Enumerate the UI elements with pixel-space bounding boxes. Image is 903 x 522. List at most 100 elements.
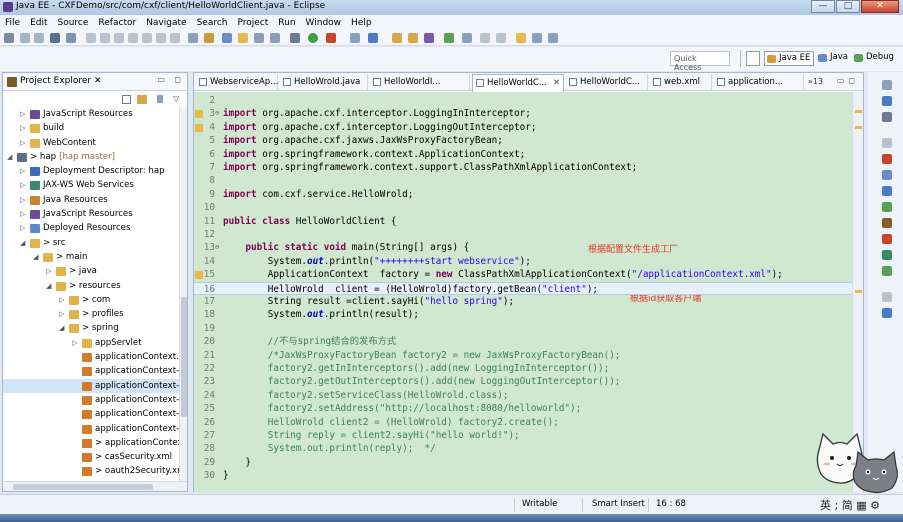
coverage-icon[interactable] [326, 33, 336, 43]
maximize-button[interactable]: □ [836, 0, 860, 13]
code-line[interactable]: 9 import com.cxf.service.HelloWrold; [194, 188, 852, 201]
search-icon[interactable] [462, 33, 472, 43]
search-view-icon[interactable] [882, 250, 892, 260]
code-line[interactable]: 11 public class HelloWorldClient { [194, 215, 852, 228]
code-line[interactable]: 17 String result =client.sayHi("hello sp… [194, 295, 852, 308]
warning-marker[interactable] [855, 290, 862, 293]
save-all-icon[interactable] [34, 33, 44, 43]
run-icon[interactable] [308, 33, 318, 43]
show-whitespace-icon[interactable] [254, 33, 264, 43]
fold-toggle-icon[interactable]: ⊖ [215, 241, 219, 254]
tree-item[interactable]: applicationContext-cx [3, 364, 179, 378]
new-package-icon[interactable] [408, 33, 418, 43]
scrollbar-thumb[interactable] [13, 484, 153, 490]
minimize-icon[interactable]: ▭ [157, 75, 165, 84]
problems-icon[interactable] [882, 234, 892, 244]
tree-item[interactable]: ◢ > src [3, 236, 179, 250]
perspective-java-ee[interactable]: Java EE [764, 51, 815, 66]
collapsed-twistie-icon[interactable]: ▷ [20, 164, 25, 178]
toggle-mark-icon[interactable] [204, 33, 214, 43]
explorer-horizontal-scrollbar[interactable] [3, 481, 187, 491]
collapsed-twistie-icon[interactable]: ▷ [20, 121, 25, 135]
code-line[interactable]: 4 import org.apache.cxf.interceptor.Loggi… [194, 121, 852, 134]
warning-marker[interactable] [855, 110, 862, 113]
editor-tab[interactable]: HelloWorldC... [566, 74, 648, 91]
explorer-vertical-scrollbar[interactable] [179, 107, 187, 481]
code-area[interactable]: 根据配置文件生成工厂 根据id获取客户端 2 3 ⊖ import org.apach… [194, 92, 863, 492]
tree-item[interactable]: applicationContext-m [3, 407, 179, 421]
menu-navigate[interactable]: Navigate [141, 18, 191, 28]
collapsed-twistie-icon[interactable]: ▷ [20, 221, 25, 235]
tree-item[interactable]: ▷ > profiles [3, 307, 179, 321]
toggle-breadcrumb-icon[interactable] [66, 33, 76, 43]
javadoc-icon[interactable] [882, 308, 892, 318]
tree-item[interactable]: ▷ JavaScript Resources [3, 207, 179, 221]
warning-gutter-icon[interactable] [195, 110, 203, 119]
previous-annotation-icon[interactable] [496, 33, 506, 43]
code-line[interactable]: 23 factory2.getOutInterceptors().add(new… [194, 375, 852, 388]
tree-item[interactable]: ▷ appServlet [3, 336, 179, 350]
new-server-icon[interactable] [368, 33, 378, 43]
collapsed-twistie-icon[interactable]: ▷ [20, 107, 25, 121]
view-menu-icon[interactable]: ▽ [173, 94, 179, 103]
tab-overflow-indicator[interactable]: »13 [808, 77, 823, 86]
editor-tab[interactable]: HelloWorldC... ✕ [472, 74, 564, 92]
warning-marker[interactable] [855, 126, 862, 129]
terminal-icon[interactable] [50, 33, 60, 43]
close-tab-icon[interactable]: ✕ [553, 78, 560, 88]
tree-item[interactable]: > casSecurity.xml [3, 450, 179, 464]
code-line[interactable]: 21 /*JaxWsProxyFactoryBean factory2 = ne… [194, 349, 852, 362]
code-line[interactable]: 30} [194, 469, 852, 482]
code-line[interactable]: 7 import org.springframework.context.supp… [194, 161, 852, 174]
ime-indicator[interactable]: 英 ; 简 ▦ ⚙ [820, 497, 880, 513]
expanded-twistie-icon[interactable]: ◢ [59, 321, 64, 335]
code-line[interactable]: 22 factory2.getInInterceptors().add(new … [194, 362, 852, 375]
terminate-icon[interactable] [114, 33, 124, 43]
menu-help[interactable]: Help [346, 18, 377, 28]
collapsed-twistie-icon[interactable]: ▷ [20, 193, 25, 207]
quick-access-input[interactable]: Quick Access [670, 51, 730, 72]
maximize-icon[interactable]: ◻ [174, 75, 181, 84]
tree-item[interactable]: ▷ > java [3, 264, 179, 278]
expanded-twistie-icon[interactable]: ◢ [33, 250, 38, 264]
collapsed-twistie-icon[interactable]: ▷ [20, 207, 25, 221]
code-line[interactable]: 2 [194, 94, 852, 107]
link-with-editor-icon[interactable] [137, 95, 147, 104]
servers-icon[interactable] [882, 154, 892, 164]
code-line[interactable]: 15 ApplicationContext factory = new Clas… [194, 268, 852, 281]
step-return-icon[interactable] [170, 33, 180, 43]
warning-gutter-icon[interactable] [195, 271, 203, 280]
snippets-icon[interactable] [882, 186, 892, 196]
tree-item[interactable]: applicationContext.xn [3, 350, 179, 364]
markers-icon[interactable] [882, 112, 892, 122]
warning-gutter-icon[interactable] [195, 123, 203, 132]
code-line[interactable]: 20 //不与spring结合的发布方式 [194, 335, 852, 348]
tree-item[interactable]: ▷ > com [3, 293, 179, 307]
editor-tab[interactable]: HelloWorldI... [370, 74, 470, 91]
perspective-java[interactable]: Java [816, 51, 851, 66]
code-line[interactable]: 16 HelloWrold client = (HelloWrold)facto… [194, 281, 852, 295]
filter-icon[interactable] [157, 95, 163, 103]
editor-tab[interactable]: application... [714, 74, 804, 91]
menu-search[interactable]: Search [192, 18, 233, 28]
minimized-view-icon[interactable] [882, 292, 892, 302]
scrollbar-thumb[interactable] [181, 297, 187, 417]
data-source-icon[interactable] [882, 170, 892, 180]
close-icon[interactable]: ✕ [94, 76, 102, 86]
editor-tab[interactable]: WebserviceAp... [196, 74, 278, 91]
tree-item[interactable]: ▷ Deployed Resources [3, 221, 179, 235]
menu-edit[interactable]: Edit [25, 18, 52, 28]
collapsed-twistie-icon[interactable]: ▷ [72, 336, 77, 350]
menu-project[interactable]: Project [232, 18, 273, 28]
open-task-icon[interactable] [444, 33, 454, 43]
collapsed-twistie-icon[interactable]: ▷ [20, 136, 25, 150]
code-line[interactable]: 10 [194, 201, 852, 214]
debug-icon[interactable] [290, 33, 300, 43]
open-perspective-icon[interactable] [746, 51, 760, 66]
menu-window[interactable]: Window [301, 18, 347, 28]
open-type-icon[interactable] [222, 33, 232, 43]
menu-run[interactable]: Run [273, 18, 300, 28]
tree-item[interactable]: ▷ Deployment Descriptor: hap [3, 164, 179, 178]
step-over-icon[interactable] [156, 33, 166, 43]
project-explorer-tab[interactable]: Project Explorer ✕ ▭ ◻ [3, 73, 187, 91]
